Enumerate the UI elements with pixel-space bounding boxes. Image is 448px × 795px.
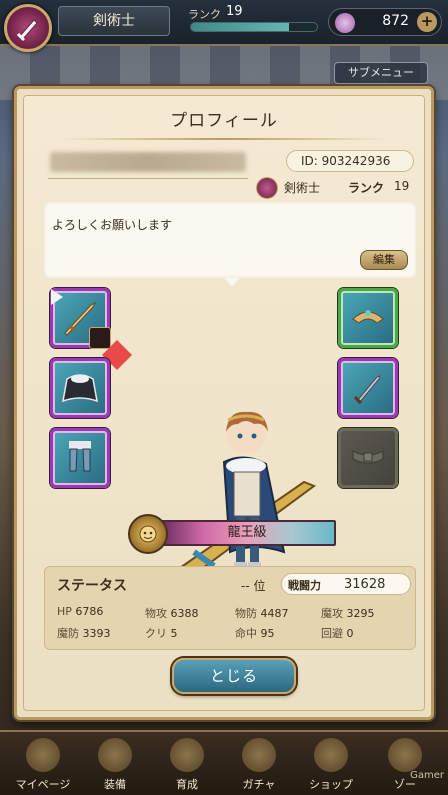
stat-pdef: 物防 4487 <box>235 607 289 620</box>
top-bar: 剣術士 ランク 19 872 + <box>0 0 448 46</box>
stat-patk: 物攻 6388 <box>145 607 199 620</box>
close-button[interactable]: とじる <box>172 658 296 694</box>
rank-label: ランク <box>188 8 221 21</box>
player-name-redacted <box>50 152 246 172</box>
edit-button[interactable]: 編集 <box>360 250 408 270</box>
stat-hp: HP 6786 <box>57 605 104 618</box>
bottom-nav: マイページ 装備 育成 ガチャ ショップ ゾー <box>0 730 448 795</box>
equip-slot-accessory-empty[interactable] <box>338 428 398 488</box>
rank-value: 19 <box>226 4 243 19</box>
status-rank: -- 位 <box>241 579 266 593</box>
panel-title: プロフィール <box>170 111 278 131</box>
equip-slot-weapon[interactable] <box>50 288 132 370</box>
submenu-button[interactable]: サブメニュー <box>334 62 428 84</box>
rank-progress-fill <box>191 23 290 31</box>
equipment-icon <box>98 738 132 772</box>
equip-slot-headgear[interactable] <box>338 288 398 348</box>
rank-display: ランク 19 <box>180 4 320 38</box>
profile-panel-inner: プロフィール ID: 903242936 剣術士 ランク 19 よろしくお願いし… <box>23 95 425 711</box>
equip-slot-legs[interactable] <box>50 428 110 488</box>
class-rank-line: 剣術士 ランク 19 <box>256 176 426 200</box>
tier-banner: 龍王級 <box>128 514 338 554</box>
rank-progress-bar <box>190 22 318 32</box>
stat-mdef: 魔防 3393 <box>57 627 111 640</box>
watermark: Gamer <box>410 770 444 781</box>
comment-text: よろしくお願いします <box>52 218 173 232</box>
add-gems-button[interactable]: + <box>417 12 437 32</box>
stat-evasion: 回避 0 <box>321 627 354 640</box>
tier-label: 龍王級 <box>158 520 336 546</box>
stat-matk: 魔攻 3295 <box>321 607 375 620</box>
gem-counter: 872 + <box>328 8 442 36</box>
boots-icon <box>69 441 91 472</box>
rank-label: ランク <box>348 181 385 195</box>
training-icon <box>170 738 204 772</box>
status-box: ステータス -- 位 戦闘力 31628 HP 6786 物攻 6388 物防 … <box>44 566 416 650</box>
status-title: ステータス <box>57 578 127 594</box>
gem-icon <box>335 13 355 33</box>
belt-icon <box>352 450 384 464</box>
enhance-badge-icon <box>89 327 132 370</box>
class-emblem-icon[interactable] <box>4 4 52 52</box>
stat-crit: クリ 5 <box>145 627 178 640</box>
cape-icon <box>62 374 98 403</box>
title-divider <box>60 138 388 140</box>
battle-power: 戦闘力 31628 <box>281 573 411 595</box>
gacha-icon <box>242 738 276 772</box>
dagger-icon <box>353 375 381 405</box>
zone-icon <box>388 738 422 772</box>
class-icon <box>256 177 278 199</box>
rank-value: 19 <box>394 179 410 193</box>
nav-zone[interactable]: ゾー <box>362 732 448 795</box>
shop-icon <box>314 738 348 772</box>
power-label: 戦闘力 <box>288 579 321 592</box>
name-underline <box>48 178 248 179</box>
profile-panel: プロフィール ID: 903242936 剣術士 ランク 19 よろしくお願いし… <box>14 86 434 720</box>
equip-slot-cape[interactable] <box>50 358 110 418</box>
player-id: ID: 903242936 <box>286 150 414 172</box>
class-label: 剣術士 <box>284 181 321 195</box>
tier-medal-icon <box>128 514 168 554</box>
gem-value: 872 <box>382 13 409 29</box>
armor-icon <box>352 310 384 324</box>
comment-box: よろしくお願いします 編集 <box>44 202 416 286</box>
class-name: 剣術士 <box>58 6 170 36</box>
power-value: 31628 <box>344 577 386 592</box>
stat-accuracy: 命中 95 <box>235 627 275 640</box>
mypage-icon <box>26 738 60 772</box>
equip-slot-subweapon[interactable] <box>338 358 398 418</box>
